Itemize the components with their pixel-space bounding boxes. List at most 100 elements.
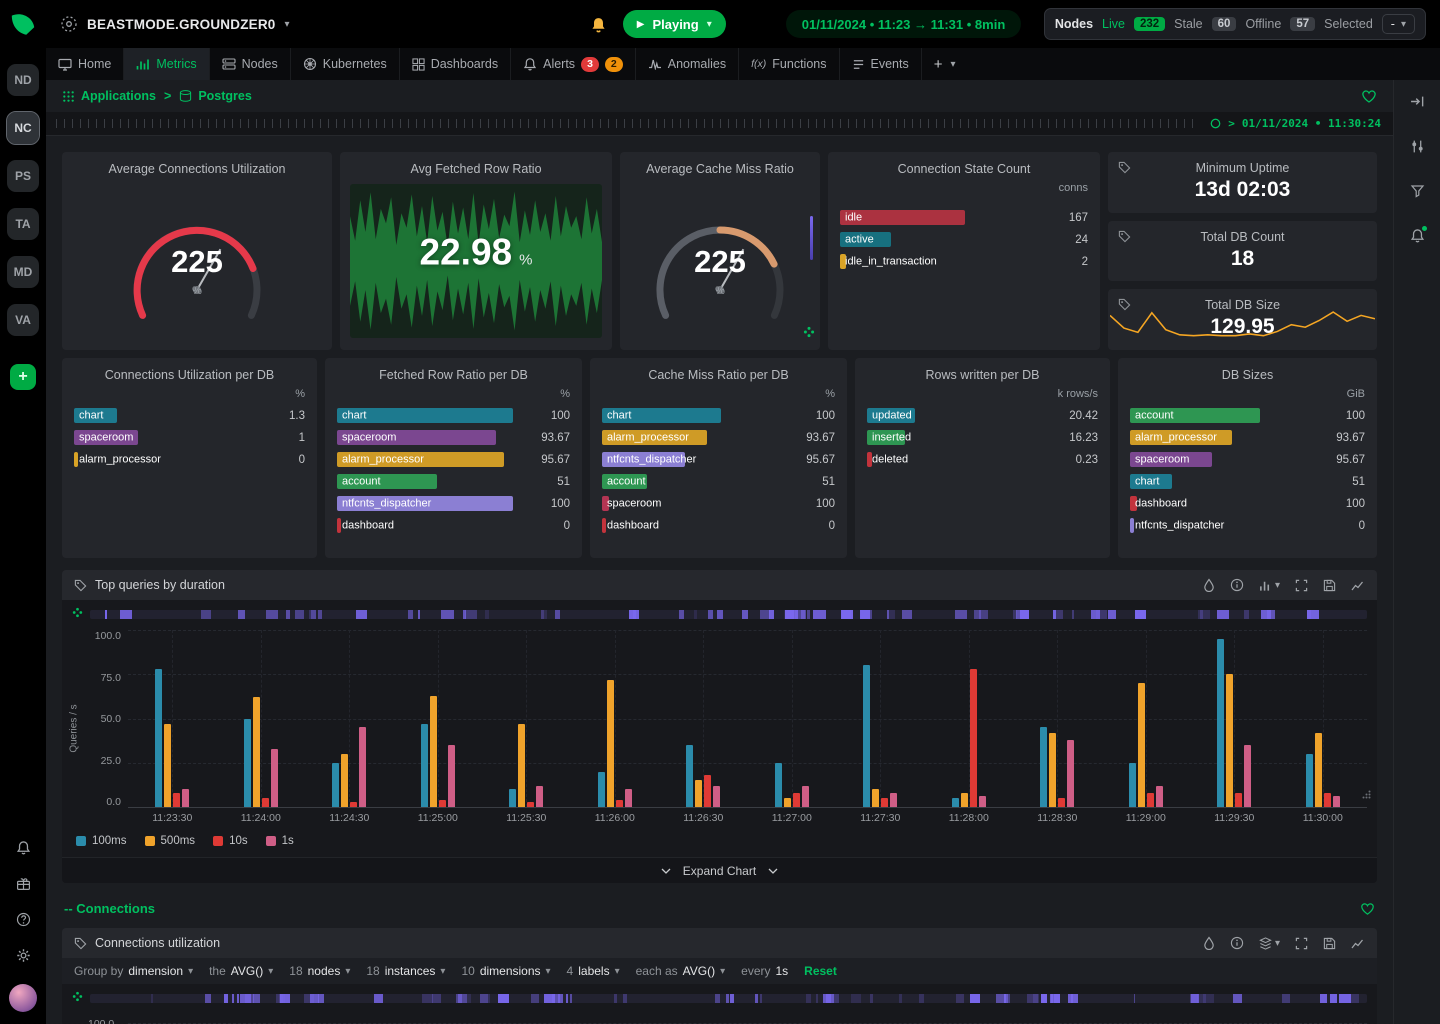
tab-functions[interactable]: f(x) Functions xyxy=(739,48,839,80)
db-bar-row[interactable]: ntfcnts_dispatcher0 xyxy=(1130,518,1365,533)
bar-10s[interactable] xyxy=(350,802,357,807)
bar-group[interactable] xyxy=(925,630,1014,807)
tab-nodes[interactable]: Nodes xyxy=(210,48,291,80)
db-bar-row[interactable]: dashboard0 xyxy=(337,518,570,533)
control-group-by-dimension[interactable]: Group bydimension▾ xyxy=(74,964,193,978)
bar-group[interactable] xyxy=(305,630,394,807)
bar-group[interactable] xyxy=(1190,630,1279,807)
bar-group[interactable] xyxy=(1013,630,1102,807)
card-total-db-size[interactable]: Total DB Size 129.95 xyxy=(1108,289,1377,350)
card-minimum-uptime[interactable]: Minimum Uptime 13d 02:03 xyxy=(1108,152,1377,213)
save-icon[interactable] xyxy=(1323,579,1336,592)
bar-500ms[interactable] xyxy=(784,798,791,807)
bar-10s[interactable] xyxy=(881,798,888,807)
chart-type-icon[interactable]: ▾ xyxy=(1259,937,1280,950)
bar-1s[interactable] xyxy=(890,793,897,807)
bar-1s[interactable] xyxy=(1333,796,1340,807)
control-18-nodes[interactable]: 18nodes▾ xyxy=(289,964,350,978)
db-bar-row[interactable]: spaceroom93.67 xyxy=(337,430,570,445)
db-bar-row[interactable]: chart100 xyxy=(602,408,835,423)
db-bar-row[interactable]: account51 xyxy=(337,474,570,489)
bar-500ms[interactable] xyxy=(1138,683,1145,807)
offline-count-badge[interactable]: 57 xyxy=(1290,17,1315,31)
bar-10s[interactable] xyxy=(616,800,623,807)
expand-chart-button[interactable]: Expand Chart xyxy=(62,857,1377,883)
chevron-down-icon[interactable]: ▾ xyxy=(707,19,712,30)
chart-type-icon[interactable]: ▾ xyxy=(1259,579,1280,592)
stale-count-badge[interactable]: 60 xyxy=(1212,17,1237,31)
filter-icon[interactable] xyxy=(1410,184,1425,198)
selected-dropdown[interactable]: - ▾ xyxy=(1382,14,1415,34)
bar-500ms[interactable] xyxy=(695,780,702,807)
bar-100ms[interactable] xyxy=(509,789,516,807)
bar-1s[interactable] xyxy=(1244,745,1251,807)
space-selector[interactable]: BEASTMODE.GROUNDZER0 ▾ xyxy=(60,15,290,33)
db-bar-row[interactable]: active24 xyxy=(840,232,1088,247)
resize-handle[interactable] xyxy=(1362,786,1371,804)
breadcrumb-postgres[interactable]: Postgres xyxy=(179,89,252,103)
tab-events[interactable]: Events xyxy=(840,48,922,80)
bar-100ms[interactable] xyxy=(332,763,339,807)
bar-500ms[interactable] xyxy=(1315,733,1322,807)
legend-item-1s[interactable]: 1s xyxy=(266,835,294,847)
bar-1s[interactable] xyxy=(536,786,543,807)
netdata-logo[interactable] xyxy=(0,0,46,48)
add-workspace-button[interactable]: + xyxy=(10,364,36,390)
add-tab-button[interactable]: + ▾ xyxy=(922,48,968,80)
db-bar-row[interactable]: idle_in_transaction2 xyxy=(840,254,1088,269)
bar-group[interactable] xyxy=(1279,630,1368,807)
bar-1s[interactable] xyxy=(448,745,455,807)
legend-item-500ms[interactable]: 500ms xyxy=(145,835,196,847)
bar-10s[interactable] xyxy=(1324,793,1331,807)
chart-settings-icon[interactable] xyxy=(1410,139,1425,154)
db-bar-row[interactable]: spaceroom1 xyxy=(74,430,305,445)
bar-10s[interactable] xyxy=(1147,793,1154,807)
card-db-sizes[interactable]: DB Sizes GiB account100alarm_processor93… xyxy=(1118,358,1377,558)
card-connection-state-count[interactable]: Connection State Count conns idle167acti… xyxy=(828,152,1100,350)
bar-1s[interactable] xyxy=(713,786,720,807)
bar-group[interactable] xyxy=(128,630,217,807)
help-icon[interactable] xyxy=(16,912,31,932)
bar-100ms[interactable] xyxy=(863,665,870,807)
workspace-item[interactable]: PS xyxy=(7,160,39,192)
db-bar-row[interactable]: dashboard0 xyxy=(602,518,835,533)
bar-group[interactable] xyxy=(217,630,306,807)
bar-500ms[interactable] xyxy=(430,696,437,808)
bar-100ms[interactable] xyxy=(686,745,693,807)
bar-100ms[interactable] xyxy=(1217,639,1224,807)
bar-10s[interactable] xyxy=(439,800,446,807)
bar-10s[interactable] xyxy=(704,775,711,807)
bar-100ms[interactable] xyxy=(1306,754,1313,807)
user-avatar[interactable] xyxy=(9,984,37,1012)
anomaly-rate-icon[interactable] xyxy=(72,989,83,1007)
favorite-heart-icon[interactable] xyxy=(1360,902,1375,916)
settings-gear-icon[interactable] xyxy=(16,948,31,968)
bar-group[interactable] xyxy=(482,630,571,807)
anomaly-ribbon[interactable] xyxy=(90,994,1367,1003)
bar-500ms[interactable] xyxy=(872,789,879,807)
bar-1s[interactable] xyxy=(359,727,366,807)
db-bar-row[interactable]: chart1.3 xyxy=(74,408,305,423)
tab-alerts[interactable]: Alerts 3 2 xyxy=(511,48,636,80)
date-range-picker[interactable]: 01/11/2024 • 11:23 → 11:31 • 8min xyxy=(786,10,1022,38)
control-each-as-avg-[interactable]: each asAVG()▾ xyxy=(636,964,726,978)
bar-100ms[interactable] xyxy=(421,724,428,807)
bar-group[interactable] xyxy=(659,630,748,807)
anomaly-ribbon[interactable] xyxy=(90,610,1367,619)
db-bar-row[interactable]: inserted16.23 xyxy=(867,430,1098,445)
bar-500ms[interactable] xyxy=(961,793,968,807)
save-icon[interactable] xyxy=(1323,937,1336,950)
bar-10s[interactable] xyxy=(1058,798,1065,807)
bar-1s[interactable] xyxy=(1156,786,1163,807)
db-bar-row[interactable]: chart100 xyxy=(337,408,570,423)
playing-button[interactable]: ▶ Playing ▾ xyxy=(623,10,726,38)
bar-10s[interactable] xyxy=(262,798,269,807)
favorite-heart-icon[interactable] xyxy=(1361,89,1377,104)
card-connections-utilization-per-db[interactable]: Connections Utilization per DB % chart1.… xyxy=(62,358,317,558)
tab-kubernetes[interactable]: Kubernetes xyxy=(291,48,400,80)
bar-1s[interactable] xyxy=(625,789,632,807)
db-bar-row[interactable]: updated20.42 xyxy=(867,408,1098,423)
fullscreen-icon[interactable] xyxy=(1295,937,1308,950)
workspace-item[interactable]: ND xyxy=(7,64,39,96)
bar-10s[interactable] xyxy=(173,793,180,807)
